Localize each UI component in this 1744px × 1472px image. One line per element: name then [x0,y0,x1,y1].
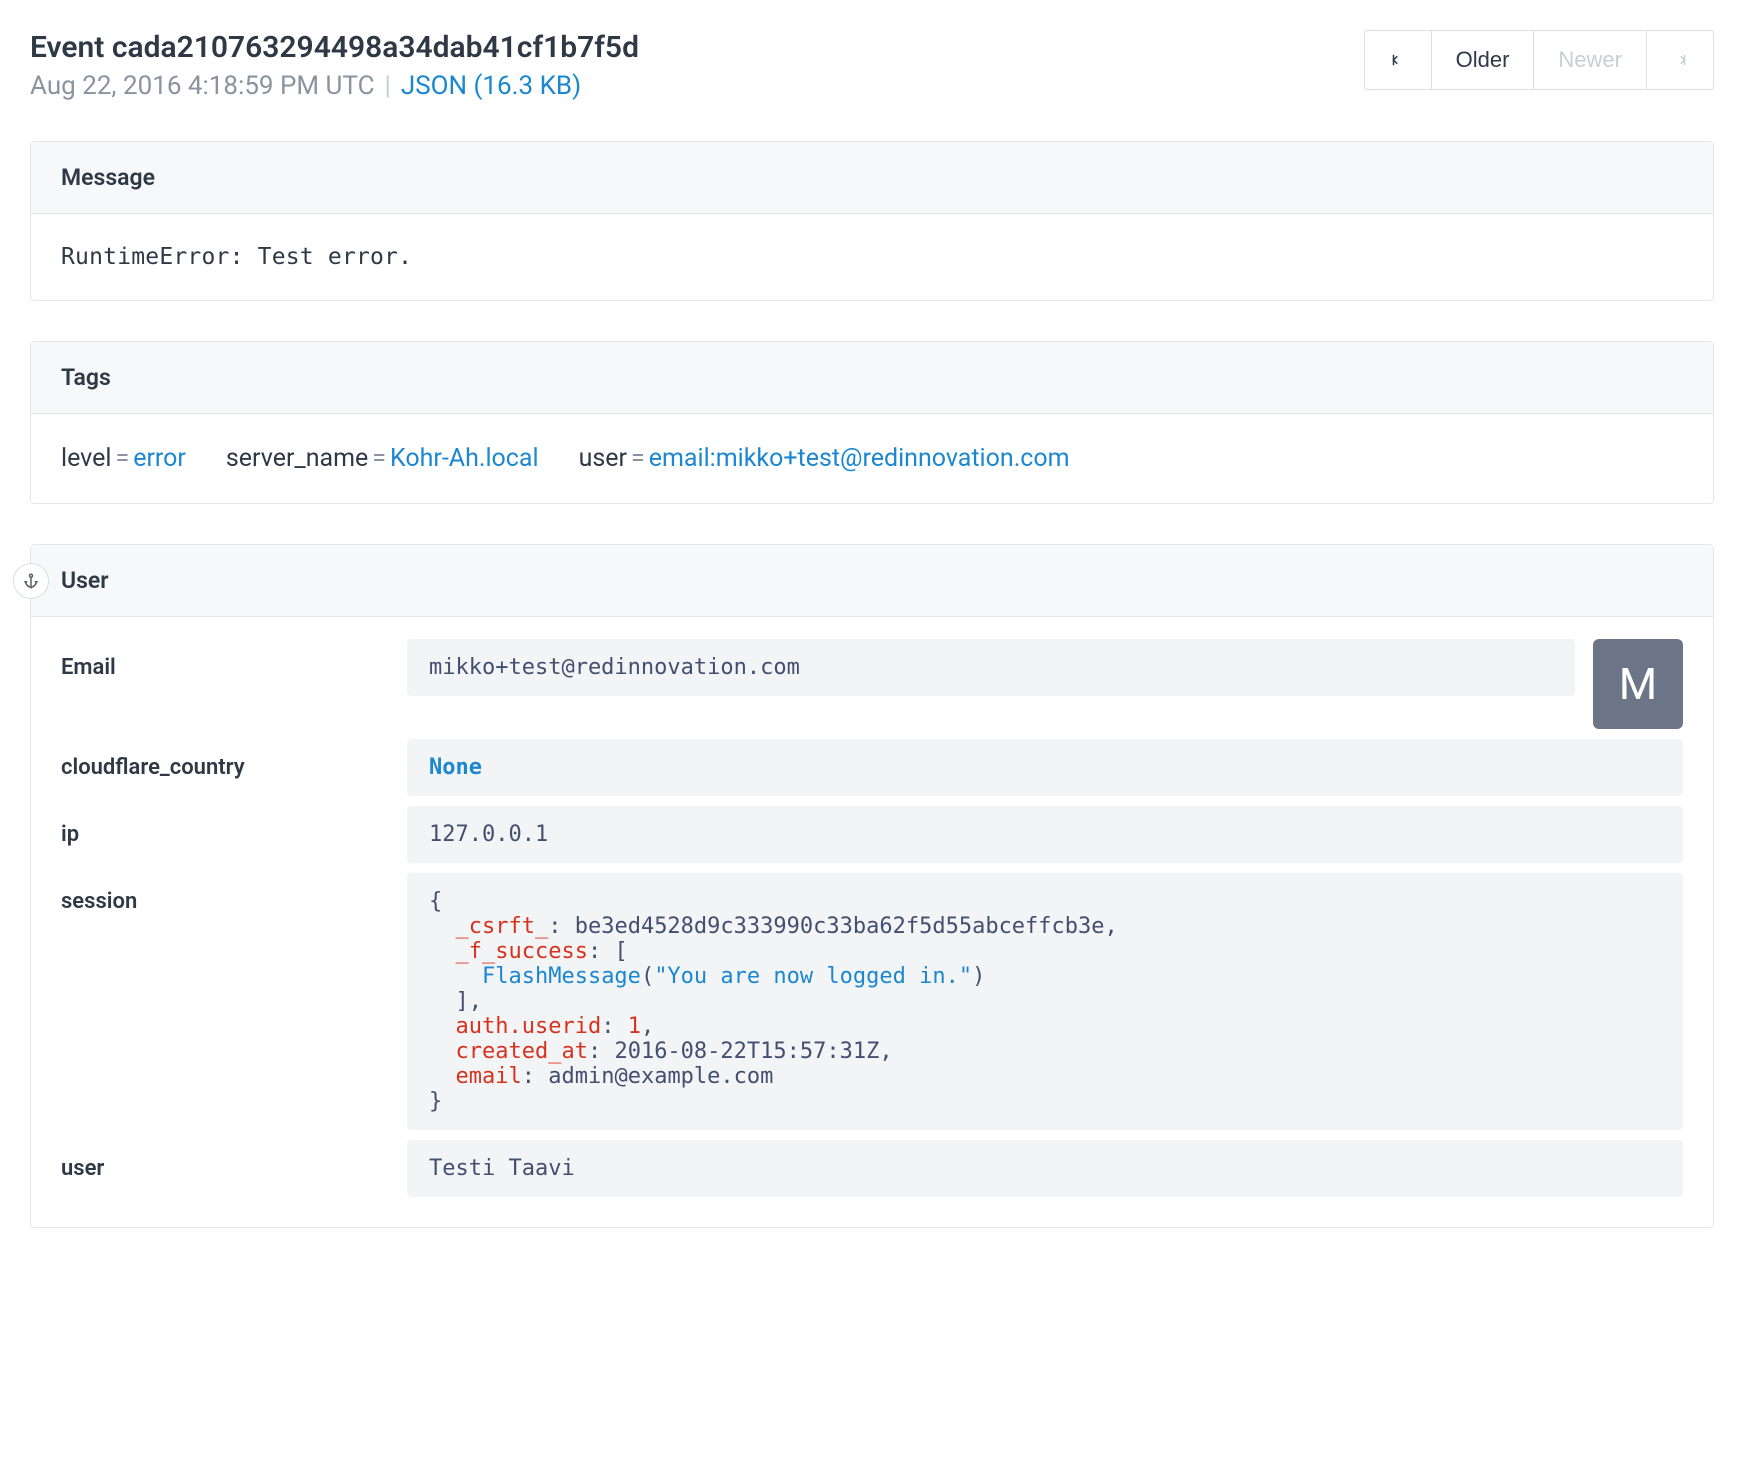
user-panel: User Email mikko+test@redinnovation.com … [30,544,1714,1228]
tag-level: level=error [61,444,186,473]
user-value-session: { _csrft_: be3ed4528d9c333990c33ba62f5d5… [407,873,1683,1130]
event-meta: Aug 22, 2016 4:18:59 PM UTC | JSON (16.3… [30,71,639,101]
tag-key: level [61,444,111,473]
avatar: M [1593,639,1683,729]
tag-eq: = [368,444,390,473]
message-panel: Message RuntimeError: Test error. [30,141,1714,301]
anchor-icon[interactable] [13,563,49,599]
json-link[interactable]: JSON (16.3 KB) [401,71,581,101]
first-button[interactable] [1364,30,1432,90]
tags-body: level=error server_name=Kohr-Ah.local us… [31,414,1713,503]
last-button[interactable] [1646,30,1714,90]
event-title: Event cada210763294498a34dab41cf1b7f5d [30,30,639,65]
user-value-ip: 127.0.0.1 [407,806,1683,863]
event-id: cada210763294498a34dab41cf1b7f5d [112,30,639,65]
user-label-cloudflare: cloudflare_country [61,739,407,780]
event-nav: Older Newer [1364,30,1714,90]
event-header: Event cada210763294498a34dab41cf1b7f5d A… [30,30,1714,101]
tag-user: user=email:mikko+test@redinnovation.com [579,444,1070,473]
user-row-session: session { _csrft_: be3ed4528d9c333990c33… [61,873,1683,1130]
tag-eq: = [627,444,649,473]
newer-button[interactable]: Newer [1533,30,1647,90]
meta-separator: | [385,71,391,101]
message-body: RuntimeError: Test error. [31,214,1713,300]
user-row-user: user Testi Taavi [61,1140,1683,1197]
tag-server-name: server_name=Kohr-Ah.local [226,444,539,473]
tag-eq: = [111,444,133,473]
user-label-user: user [61,1140,407,1181]
user-panel-title: User [31,545,1713,617]
tag-key: server_name [226,444,368,473]
tags-panel: Tags level=error server_name=Kohr-Ah.loc… [30,341,1714,504]
tag-key: user [579,444,627,473]
user-value-user: Testi Taavi [407,1140,1683,1197]
user-value-email: mikko+test@redinnovation.com [407,639,1575,696]
chevrons-right-icon [1671,51,1689,69]
user-row-ip: ip 127.0.0.1 [61,806,1683,863]
tag-value[interactable]: Kohr-Ah.local [390,444,539,473]
user-label-email: Email [61,639,407,680]
user-label-ip: ip [61,806,407,847]
user-body: Email mikko+test@redinnovation.com M clo… [31,617,1713,1227]
tag-value[interactable]: email:mikko+test@redinnovation.com [649,444,1070,473]
user-label-session: session [61,873,407,914]
tag-value[interactable]: error [133,444,186,473]
event-title-block: Event cada210763294498a34dab41cf1b7f5d A… [30,30,639,101]
older-button[interactable]: Older [1431,30,1535,90]
event-timestamp: Aug 22, 2016 4:18:59 PM UTC [30,71,375,101]
message-panel-title: Message [31,142,1713,214]
user-title-text: User [61,567,109,594]
tags-panel-title: Tags [31,342,1713,414]
user-row-email: Email mikko+test@redinnovation.com [61,639,1575,696]
chevrons-left-icon [1389,51,1407,69]
event-label: Event [30,30,104,65]
user-value-cloudflare[interactable]: None [407,739,1683,796]
user-row-cloudflare: cloudflare_country None [61,739,1683,796]
